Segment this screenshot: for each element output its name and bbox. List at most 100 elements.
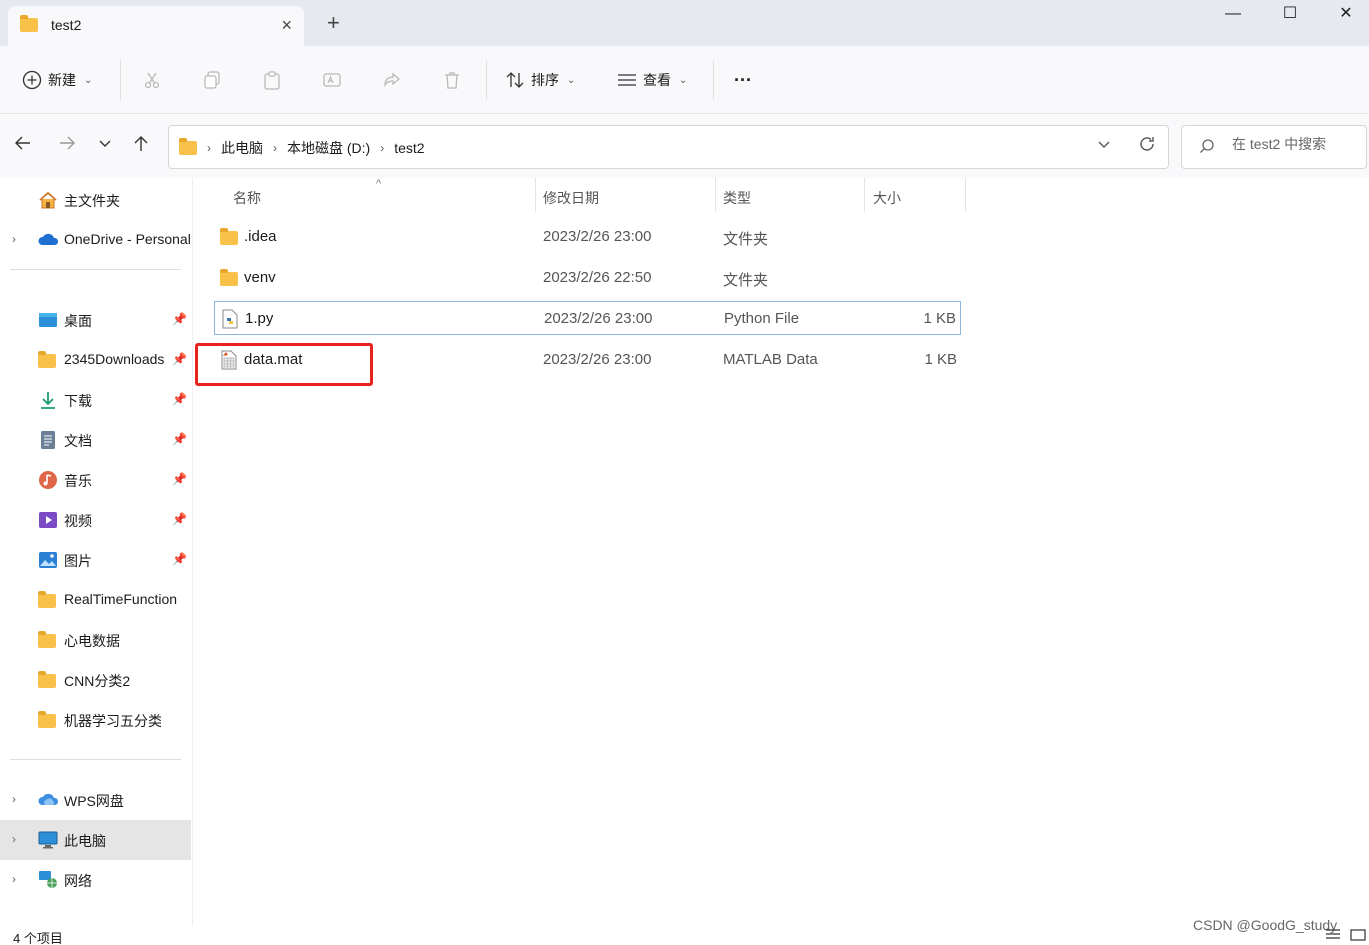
file-type: Python File [724, 310, 800, 327]
python-file-icon [221, 309, 239, 333]
picture-icon [38, 550, 58, 570]
file-name: venv [244, 269, 276, 286]
paste-button[interactable] [262, 68, 282, 92]
more-options-button[interactable]: ··· [734, 68, 752, 92]
file-modified: 2023/2/26 22:50 [543, 269, 652, 286]
breadcrumb-test2[interactable]: test2 [394, 140, 424, 156]
pin-icon[interactable]: 📌 [172, 392, 187, 406]
file-row[interactable]: 1.py 2023/2/26 23:00 Python File 1 KB [214, 301, 961, 335]
file-modified: 2023/2/26 23:00 [544, 310, 653, 327]
cut-button[interactable] [142, 68, 162, 92]
share-button[interactable] [382, 68, 402, 92]
large-icons-view-icon[interactable] [1350, 928, 1366, 942]
address-bar[interactable]: › 此电脑 › 本地磁盘 (D:) › test2 [168, 125, 1169, 169]
column-header-name[interactable]: 名称 [233, 188, 261, 208]
sidebar-item-ml-five-class[interactable]: 机器学习五分类 [0, 700, 191, 740]
column-header-type[interactable]: 类型 [723, 188, 751, 208]
sidebar-item-home[interactable]: 主文件夹 [0, 180, 191, 220]
column-header-size[interactable]: 大小 [873, 188, 901, 208]
sidebar-item-2345downloads[interactable]: 2345Downloads 📌 [0, 340, 191, 380]
file-type: MATLAB Data [723, 351, 818, 368]
sidebar-item-network[interactable]: › 网络 [0, 860, 191, 900]
column-divider[interactable] [715, 178, 716, 212]
folder-icon [38, 351, 56, 368]
divider [486, 60, 487, 100]
close-window-button[interactable]: ✕ [1323, 0, 1369, 30]
pin-icon[interactable]: 📌 [172, 512, 187, 526]
close-tab-button[interactable]: × [281, 15, 292, 36]
pin-icon[interactable]: 📌 [172, 432, 187, 446]
plus-circle-icon [22, 70, 42, 90]
search-box[interactable] [1181, 125, 1367, 169]
status-bar: 4 个项目 [0, 926, 1369, 945]
rename-button[interactable] [322, 68, 342, 92]
chevron-right-icon[interactable]: › [273, 141, 277, 155]
sidebar-item-music[interactable]: 音乐 📌 [0, 460, 191, 500]
sidebar-item-realtimefunction[interactable]: RealTimeFunction [0, 580, 191, 620]
chevron-right-icon[interactable]: › [12, 872, 16, 886]
sidebar-item-ecg-data[interactable]: 心电数据 [0, 620, 191, 660]
file-row[interactable]: .idea 2023/2/26 23:00 文件夹 [214, 220, 961, 254]
breadcrumb: › 此电脑 › 本地磁盘 (D:) › test2 [179, 138, 425, 158]
breadcrumb-local-disk-d[interactable]: 本地磁盘 (D:) [287, 138, 370, 158]
chevron-right-icon[interactable]: › [12, 832, 16, 846]
share-icon [384, 72, 401, 88]
search-input[interactable] [1232, 136, 1362, 152]
back-arrow-icon[interactable] [14, 134, 32, 157]
sort-ascending-icon: ^ [376, 178, 382, 190]
address-dropdown-icon[interactable] [1096, 136, 1112, 155]
sidebar-item-wps-cloud[interactable]: › WPS网盘 [0, 780, 191, 820]
column-header-modified[interactable]: 修改日期 [543, 188, 599, 208]
chevron-right-icon[interactable]: › [207, 141, 211, 155]
folder-icon [38, 671, 56, 688]
scissors-icon [144, 72, 160, 89]
new-button[interactable]: 新建 ⌄ [22, 68, 92, 92]
sort-button[interactable]: 排序 ⌄ [505, 68, 575, 92]
refresh-icon[interactable] [1137, 134, 1157, 159]
sidebar-item-documents[interactable]: 文档 📌 [0, 420, 191, 460]
cloud-icon [38, 790, 59, 810]
file-size: 1 KB [923, 310, 956, 327]
up-arrow-icon[interactable] [132, 134, 150, 157]
folder-icon [38, 631, 56, 648]
sidebar-item-onedrive[interactable]: › OneDrive - Personal [0, 220, 191, 260]
command-bar: 新建 ⌄ 排序 ⌄ 查看 ⌄ ··· [0, 46, 1369, 114]
recent-locations-chevron-icon[interactable] [97, 134, 113, 157]
folder-icon [38, 711, 56, 728]
copy-button[interactable] [202, 68, 222, 92]
forward-arrow-icon[interactable] [58, 134, 76, 157]
column-divider[interactable] [965, 178, 966, 212]
column-divider[interactable] [864, 178, 865, 212]
file-row[interactable]: venv 2023/2/26 22:50 文件夹 [214, 261, 961, 295]
details-view-icon[interactable] [1325, 928, 1341, 942]
chevron-down-icon: ⌄ [679, 74, 688, 86]
chevron-right-icon[interactable]: › [380, 141, 384, 155]
sidebar-item-this-pc[interactable]: › 此电脑 [0, 820, 191, 860]
file-modified: 2023/2/26 23:00 [543, 351, 652, 368]
folder-icon [20, 15, 38, 32]
pin-icon[interactable]: 📌 [172, 472, 187, 486]
pin-icon[interactable]: 📌 [172, 352, 187, 366]
pin-icon[interactable]: 📌 [172, 552, 187, 566]
maximize-button[interactable]: ☐ [1267, 0, 1313, 30]
navigation-pane: 主文件夹 › OneDrive - Personal 桌面 📌 2345Down… [0, 178, 193, 926]
sidebar-item-desktop[interactable]: 桌面 📌 [0, 300, 191, 340]
minimize-button[interactable]: — [1210, 0, 1256, 30]
breadcrumb-this-pc[interactable]: 此电脑 [221, 138, 263, 158]
delete-button[interactable] [442, 68, 462, 92]
folder-icon [220, 269, 238, 286]
chevron-right-icon[interactable]: › [12, 232, 16, 246]
annotation-highlight-box [195, 343, 373, 386]
view-button[interactable]: 查看 ⌄ [617, 68, 687, 92]
music-icon [38, 470, 58, 490]
chevron-right-icon[interactable]: › [12, 792, 16, 806]
sidebar-item-downloads[interactable]: 下载 📌 [0, 380, 191, 420]
sidebar-item-cnn-classification-2[interactable]: CNN分类2 [0, 660, 191, 700]
document-icon [38, 430, 58, 450]
new-tab-button[interactable]: + [327, 12, 340, 34]
column-divider[interactable] [535, 178, 536, 212]
sidebar-item-videos[interactable]: 视频 📌 [0, 500, 191, 540]
sidebar-item-pictures[interactable]: 图片 📌 [0, 540, 191, 580]
pin-icon[interactable]: 📌 [172, 312, 187, 326]
tab-test2[interactable]: test2 × [8, 6, 304, 46]
